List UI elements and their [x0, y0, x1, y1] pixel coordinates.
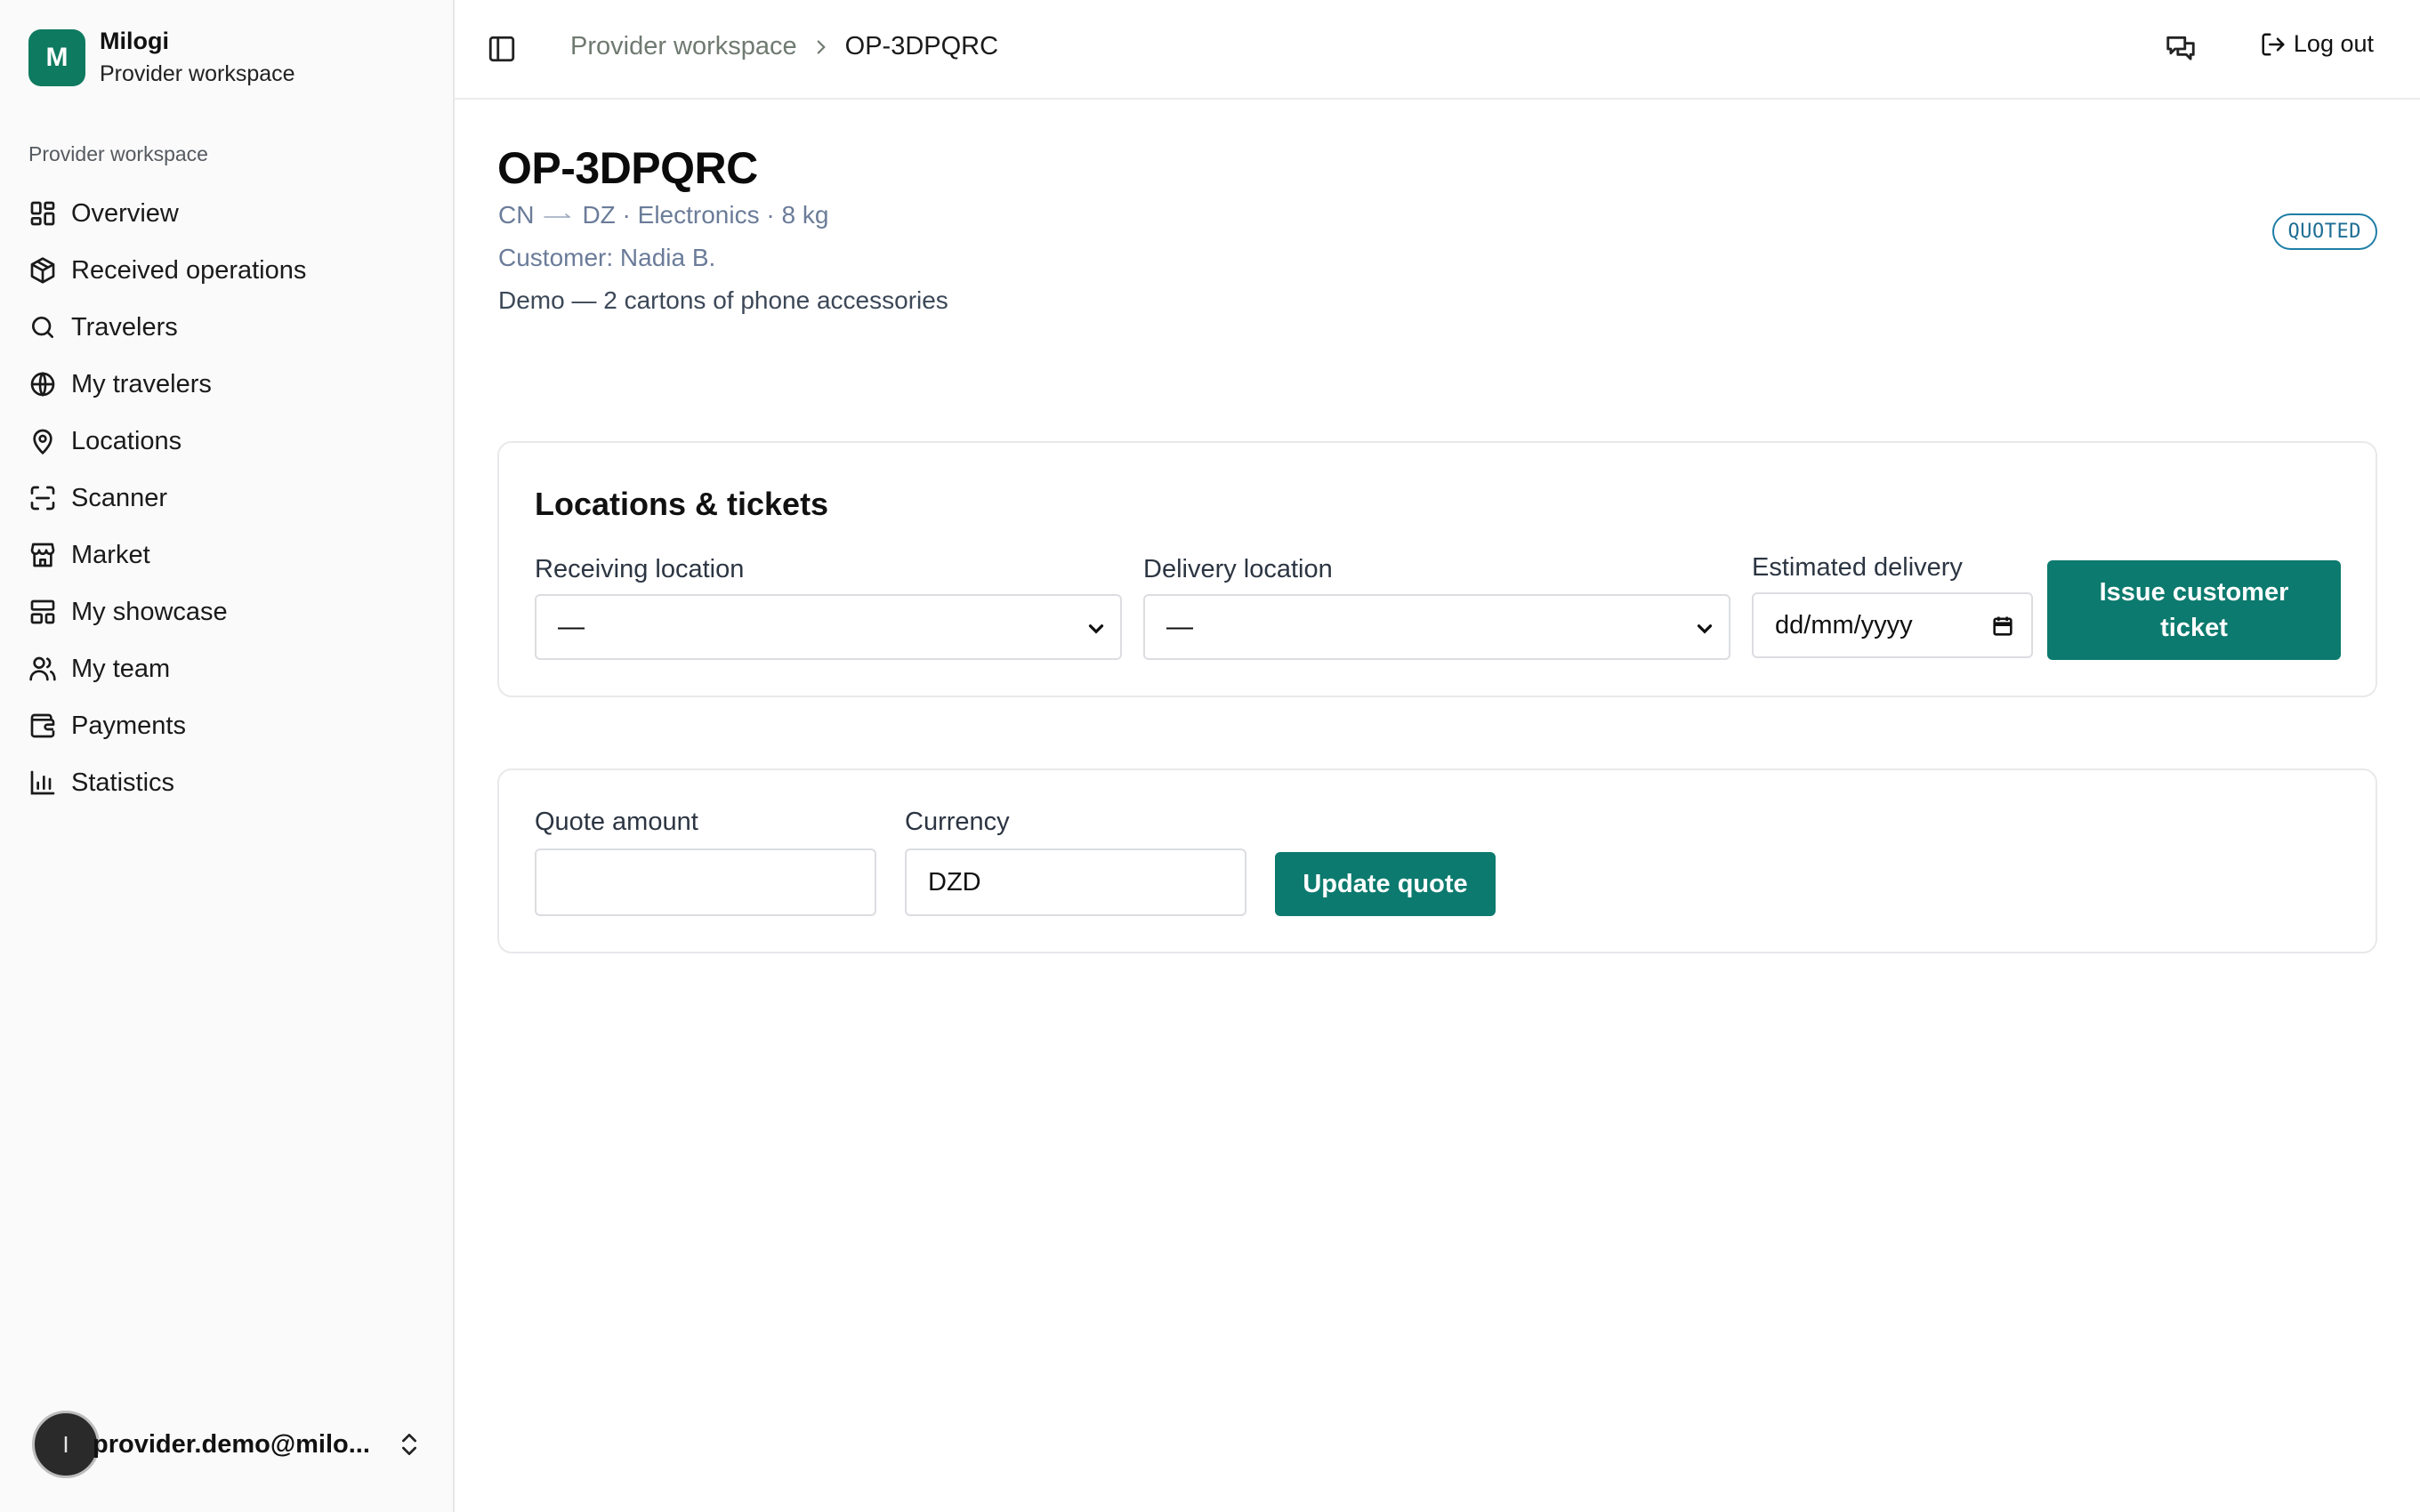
users-icon: [29, 656, 56, 681]
map-pin-icon: [33, 429, 52, 455]
dashboard-icon: [30, 201, 55, 226]
currency-input[interactable]: DZD: [905, 848, 1246, 916]
sidebar-item-label: Overview: [71, 198, 179, 228]
receiving-location-value: —: [558, 612, 585, 641]
breadcrumb-parent-link[interactable]: Provider workspace: [570, 32, 797, 61]
user-menu[interactable]: I provider.demo@milo...: [32, 1411, 424, 1478]
breadcrumb-current: OP-3DPQRC: [844, 32, 999, 60]
sidebar-item-my-team[interactable]: My team: [28, 640, 429, 697]
brand-subtitle: Provider workspace: [100, 60, 295, 86]
bar-chart-icon: [30, 770, 55, 795]
sidebar-item-label: Locations: [71, 426, 182, 455]
sidebar-item-travelers[interactable]: Travelers: [28, 299, 429, 356]
delivery-location-select[interactable]: —: [1143, 594, 1730, 660]
estimated-delivery-label: Estimated delivery: [1752, 553, 1963, 582]
sidebar-item-label: My showcase: [71, 597, 228, 626]
main-content: Provider workspace OP-3DPQRC Log out OP-…: [455, 0, 2420, 1512]
sidebar: M Milogi Provider workspace Provider wor…: [0, 0, 455, 1512]
calendar-icon[interactable]: [1990, 614, 2015, 639]
sidebar-item-scanner[interactable]: Scanner: [28, 470, 429, 527]
avatar: I: [32, 1411, 100, 1478]
locations-card-title: Locations & tickets: [535, 486, 829, 522]
store-icon: [30, 543, 55, 567]
route-details: DZ · Electronics · 8 kg: [582, 201, 829, 229]
search-icon: [32, 317, 53, 338]
issue-customer-ticket-button[interactable]: Issue customer ticket: [2047, 560, 2341, 660]
wallet-icon: [30, 713, 55, 738]
brand-name: Milogi: [100, 28, 169, 54]
update-quote-button[interactable]: Update quote: [1275, 852, 1496, 916]
sidebar-item-locations[interactable]: Locations: [28, 413, 429, 470]
log-out-icon: [2262, 33, 2285, 55]
sidebar-item-received-operations[interactable]: Received operations: [28, 242, 429, 299]
locations-card: Locations & tickets Receiving location —…: [497, 441, 2377, 697]
package-icon: [30, 257, 55, 284]
status-badge: QUOTED: [2271, 213, 2377, 250]
arrow-right-icon: [544, 213, 571, 218]
sidebar-item-label: Received operations: [71, 255, 307, 285]
sidebar-item-label: Market: [71, 540, 150, 569]
quote-card: Quote amount Currency DZD Update quote: [497, 768, 2377, 953]
sidebar-group-label: Provider workspace: [28, 142, 208, 165]
scan-icon: [30, 486, 55, 511]
sidebar-item-label: Payments: [71, 711, 186, 740]
sidebar-toggle-icon[interactable]: [487, 34, 517, 64]
chevron-down-icon: [1697, 624, 1713, 634]
delivery-location-label: Delivery location: [1143, 555, 1333, 583]
user-email: provider.demo@milo...: [93, 1429, 370, 1459]
sidebar-item-statistics[interactable]: Statistics: [28, 754, 429, 811]
sidebar-item-market[interactable]: Market: [28, 527, 429, 583]
delivery-location-value: —: [1166, 612, 1193, 641]
page-title: OP-3DPQRC: [497, 143, 758, 193]
operation-customer: Customer: Nadia B.: [498, 244, 716, 271]
sidebar-item-my-showcase[interactable]: My showcase: [28, 583, 429, 640]
sidebar-item-label: Scanner: [71, 483, 168, 512]
sidebar-item-label: Travelers: [71, 312, 178, 342]
receiving-location-label: Receiving location: [535, 555, 745, 583]
estimated-delivery-placeholder: dd/mm/yyyy: [1775, 610, 1913, 639]
sidebar-item-payments[interactable]: Payments: [28, 697, 429, 754]
layout-icon: [30, 599, 55, 624]
chevron-down-icon: [1088, 624, 1104, 634]
messages-icon[interactable]: [2164, 32, 2198, 66]
logout-label: Log out: [2293, 30, 2374, 57]
chevron-right-icon: [817, 39, 826, 54]
estimated-delivery-input[interactable]: dd/mm/yyyy: [1752, 592, 2033, 658]
sidebar-item-label: My travelers: [71, 369, 212, 398]
operation-description: Demo — 2 cartons of phone accessories: [498, 286, 948, 314]
chevrons-up-down-icon: [402, 1434, 416, 1455]
sidebar-item-label: My team: [71, 654, 171, 683]
sidebar-item-label: Statistics: [71, 768, 175, 797]
topbar: Provider workspace OP-3DPQRC Log out: [455, 0, 2420, 100]
quote-amount-label: Quote amount: [535, 808, 698, 836]
brand[interactable]: M Milogi Provider workspace: [28, 27, 295, 88]
route-origin: CN: [498, 201, 535, 229]
quote-amount-input[interactable]: [535, 848, 876, 916]
sidebar-item-overview[interactable]: Overview: [28, 185, 429, 242]
sidebar-nav: Overview Received operations Travelers M…: [28, 185, 429, 811]
operation-route: CN DZ · Electronics · 8 kg: [498, 201, 828, 229]
receiving-location-select[interactable]: —: [535, 594, 1122, 660]
sidebar-item-my-travelers[interactable]: My travelers: [28, 356, 429, 413]
currency-label: Currency: [905, 808, 1010, 836]
breadcrumb: Provider workspace OP-3DPQRC: [570, 32, 998, 61]
brand-logo: M: [28, 28, 85, 86]
globe-icon: [30, 372, 55, 397]
logout-button[interactable]: Log out: [2260, 30, 2374, 58]
